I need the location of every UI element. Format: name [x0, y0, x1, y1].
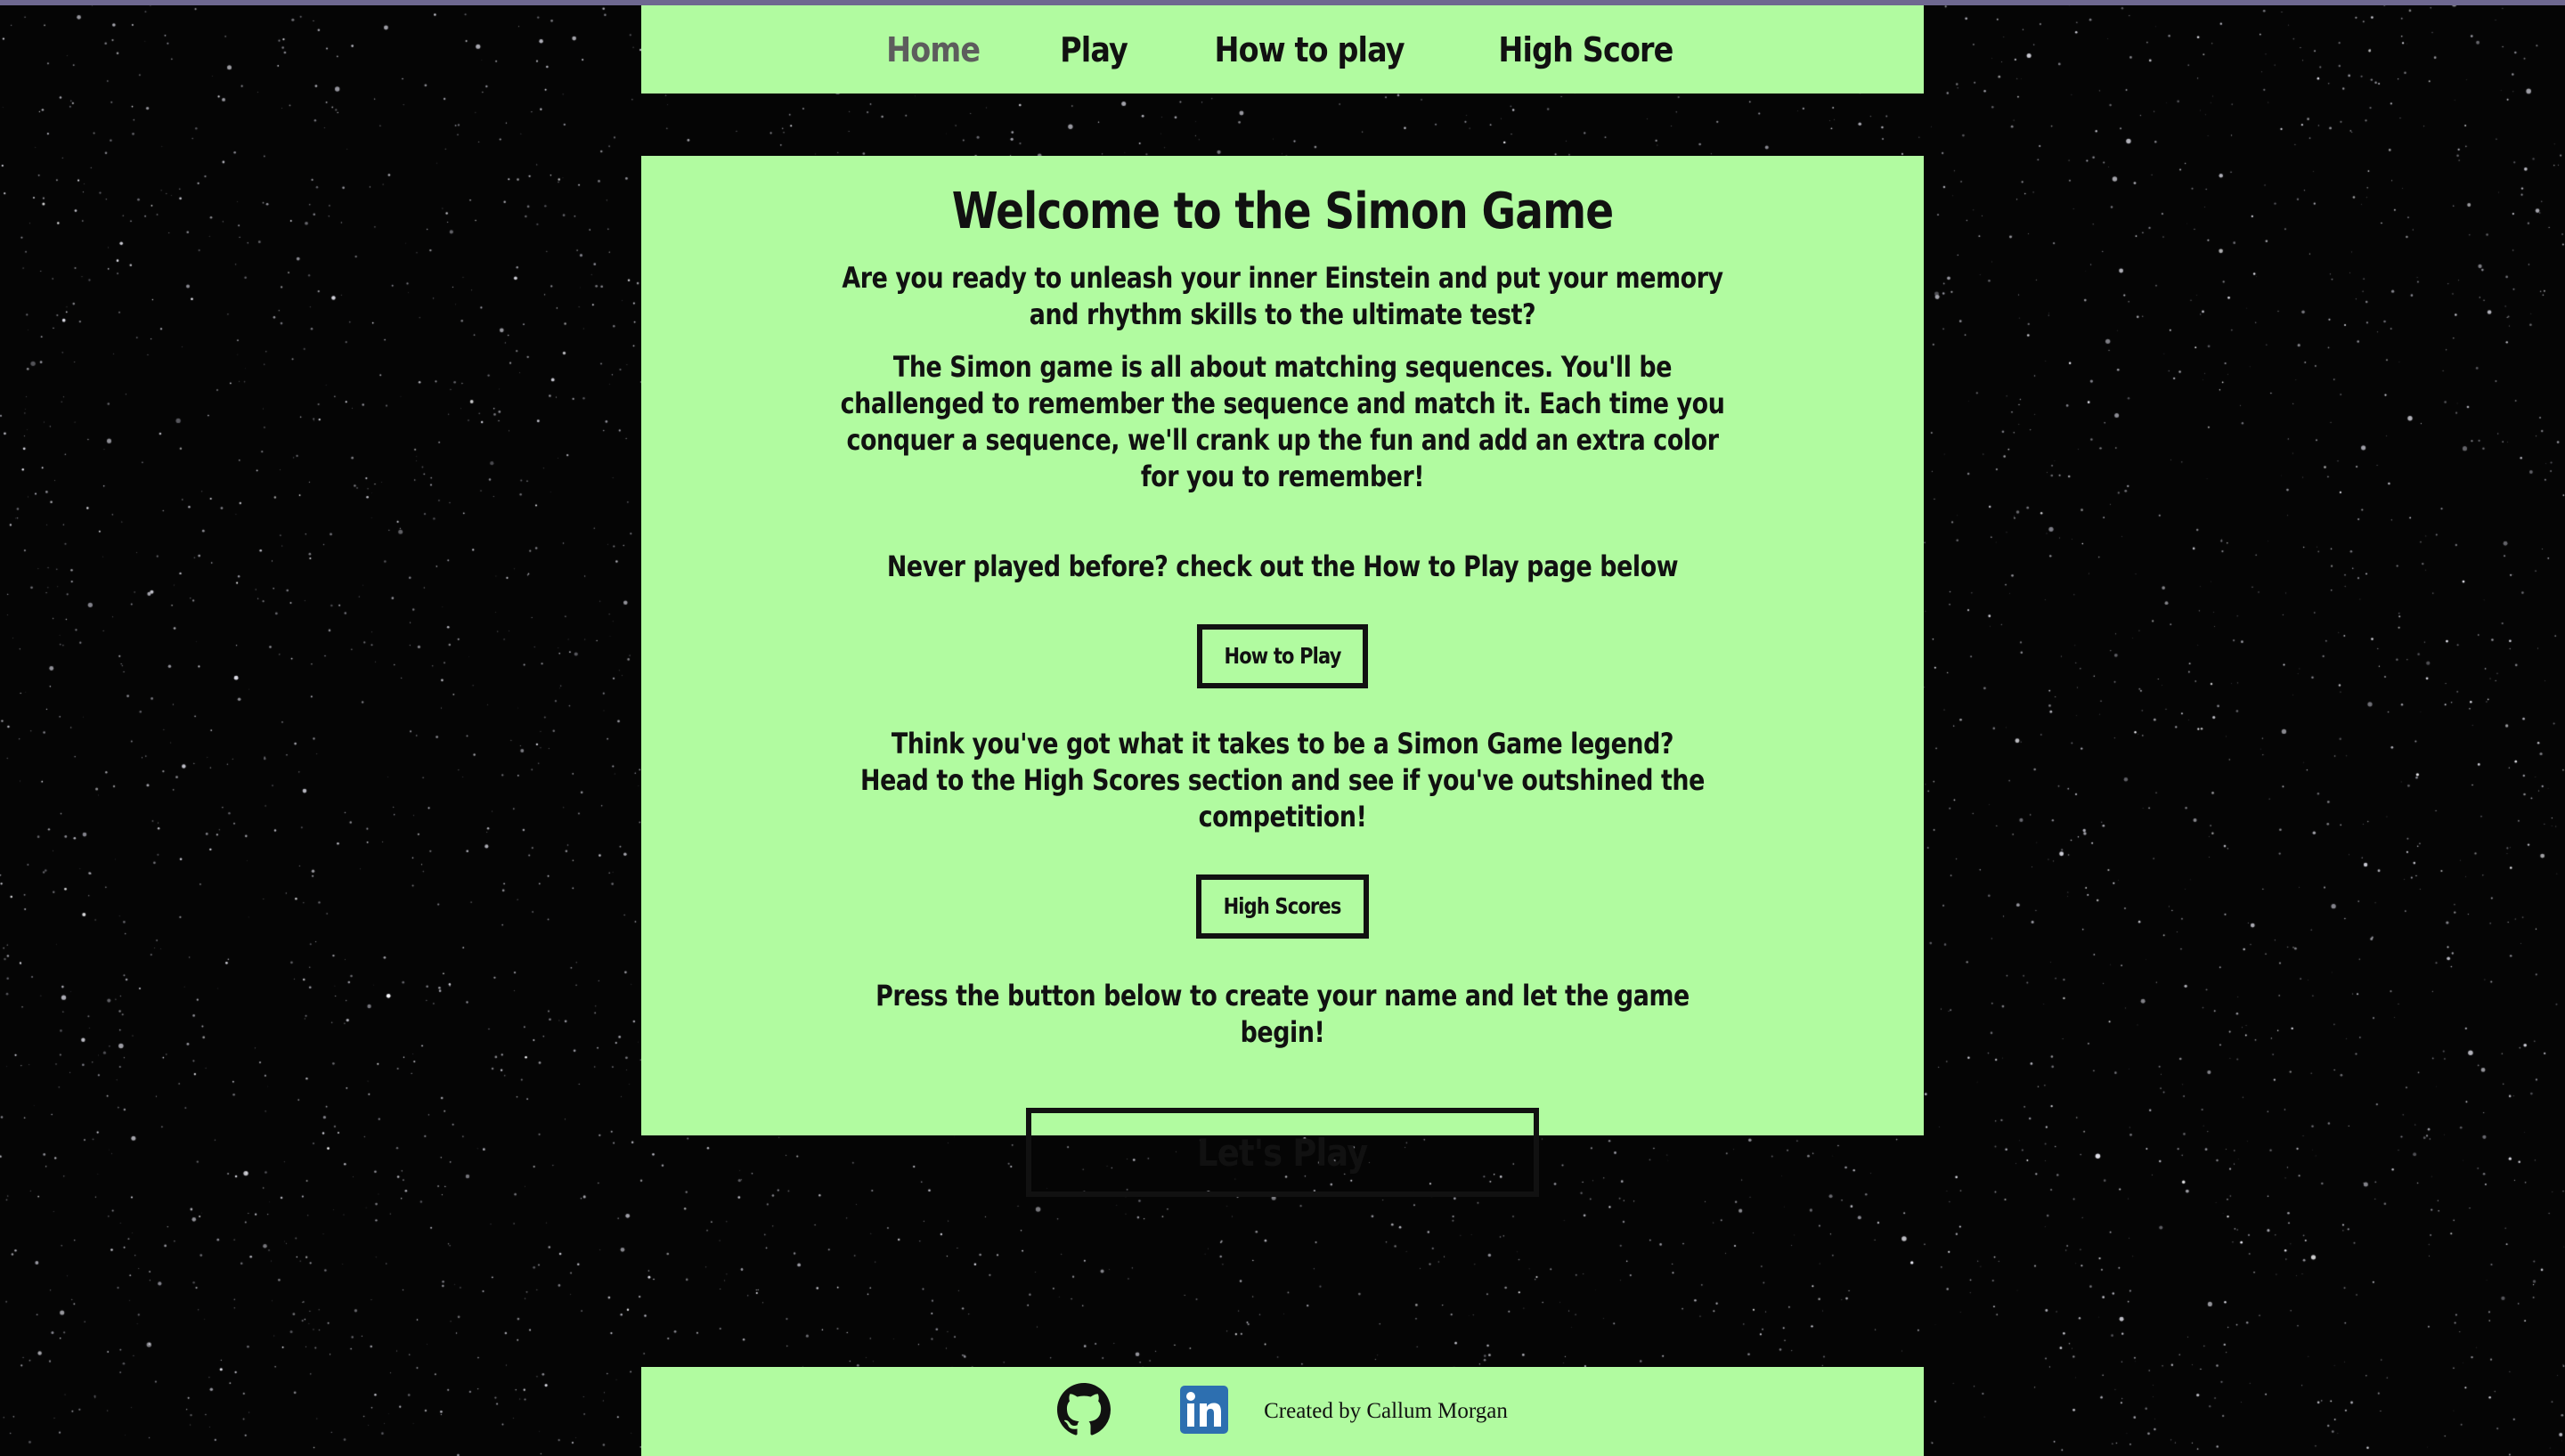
footer: Created by Callum Morgan: [641, 1367, 1924, 1456]
nav-high-score-link[interactable]: High Score: [1499, 30, 1674, 69]
how-to-prompt: Never played before? check out the How t…: [886, 549, 1679, 583]
page-title: Welcome to the Simon Game: [951, 183, 1614, 240]
high-scores-prompt: Think you've got what it takes to be a S…: [860, 727, 1705, 834]
lets-play-button[interactable]: Let's Play: [1026, 1108, 1539, 1197]
high-scores-button[interactable]: High Scores: [1196, 874, 1369, 939]
linkedin-icon[interactable]: [1180, 1385, 1229, 1438]
navbar: Home Play How to play High Score: [641, 5, 1924, 94]
footer-credit: Created by Callum Morgan: [1264, 1399, 1508, 1423]
how-to-play-button-label: How to Play: [1224, 643, 1341, 669]
high-scores-button-label: High Scores: [1224, 893, 1342, 919]
welcome-panel: Welcome to the Simon Game Are you ready …: [641, 156, 1924, 1197]
github-icon[interactable]: [1057, 1382, 1112, 1441]
play-prompt: Press the button below to create your na…: [875, 979, 1690, 1049]
how-to-play-button[interactable]: How to Play: [1196, 624, 1369, 688]
nav-play-link[interactable]: Play: [1060, 30, 1128, 69]
nav-how-to-play-link[interactable]: How to play: [1215, 30, 1405, 69]
lets-play-button-label: Let's Play: [1197, 1131, 1368, 1175]
nav-home-link[interactable]: Home: [886, 30, 981, 69]
intro-text: Are you ready to unleash your inner Eins…: [842, 261, 1723, 331]
description-text: The Simon game is all about matching seq…: [840, 350, 1725, 493]
